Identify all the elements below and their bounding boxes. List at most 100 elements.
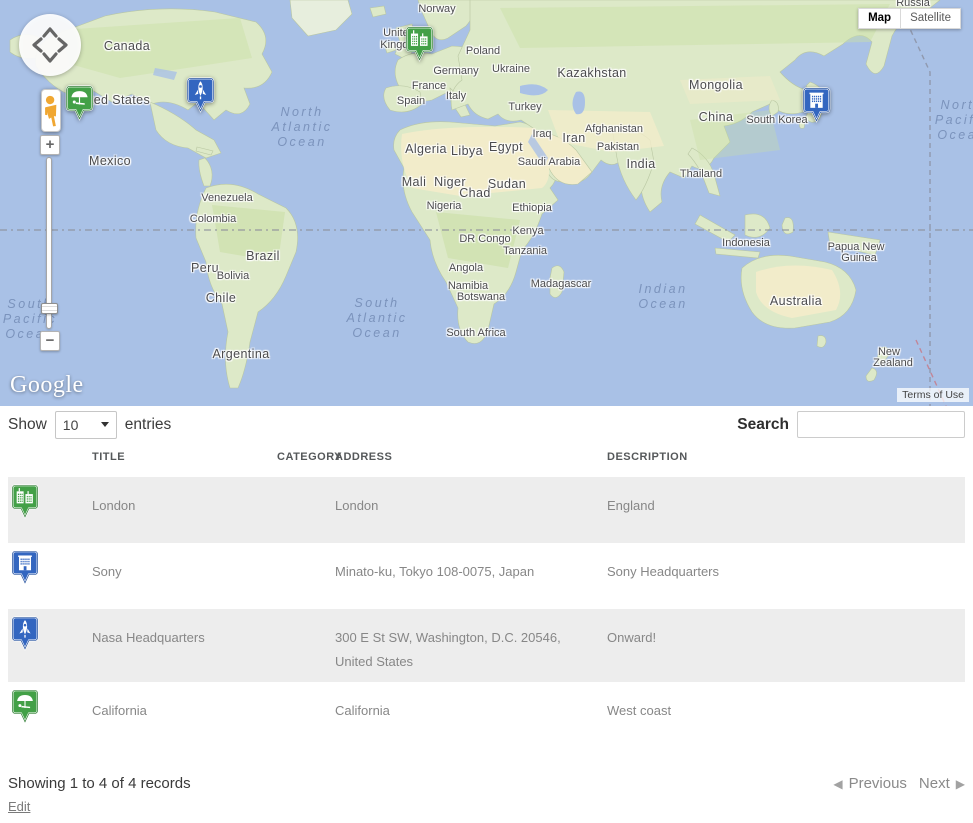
row-category	[277, 682, 335, 748]
map-country-label: Iraq	[533, 128, 552, 140]
show-label: Show	[8, 416, 47, 434]
map-country-label: Ethiopia	[512, 202, 552, 214]
map-country-label: Canada	[104, 39, 150, 53]
records-summary: Showing 1 to 4 of 4 records	[8, 775, 191, 792]
edit-link[interactable]: Edit	[8, 799, 30, 814]
table-footer: Showing 1 to 4 of 4 records Previous Nex…	[8, 775, 965, 792]
zoom-out-button[interactable]: −	[40, 331, 60, 351]
column-header-category[interactable]: CATEGORY	[277, 450, 335, 464]
next-button[interactable]: Next	[919, 775, 950, 792]
map-button[interactable]: Map	[858, 8, 901, 29]
map-country-label: Guinea	[841, 252, 876, 264]
row-title: Nasa Headquarters	[92, 609, 277, 682]
map-country-label: Bolivia	[217, 270, 249, 282]
map-country-label: Saudi Arabia	[518, 156, 580, 168]
map-country-label: Chad	[459, 186, 490, 200]
row-marker-icon	[8, 682, 92, 748]
table-row[interactable]: CaliforniaCaliforniaWest coast	[8, 682, 965, 748]
map-country-label: Argentina	[212, 347, 269, 361]
column-header-icon[interactable]	[8, 450, 92, 464]
map-country-label: India	[626, 157, 655, 171]
map-landmass-layer	[0, 0, 973, 406]
table-toolbar: Show 10 entries Search	[8, 409, 965, 440]
entries-label: entries	[125, 416, 172, 434]
chevron-down-icon	[101, 422, 109, 427]
map-country-label: Sudan	[488, 177, 526, 191]
next-arrow-icon[interactable]	[956, 777, 965, 791]
map-country-label: Pakistan	[597, 141, 639, 153]
zoom-slider-handle[interactable]	[41, 303, 58, 314]
table-body: LondonLondonEngland Sony Minato-ku, Tokyo…	[8, 477, 965, 748]
zoom-in-button[interactable]: +	[40, 135, 60, 155]
row-title: Sony	[92, 543, 277, 609]
column-header-address[interactable]: ADDRESS	[335, 450, 607, 464]
previous-arrow-icon[interactable]	[833, 777, 842, 791]
row-marker-icon	[8, 543, 92, 609]
map-country-label: Egypt	[489, 140, 523, 154]
map-country-label: Turkey	[508, 101, 541, 113]
map-country-label: Peru	[191, 261, 219, 275]
search-input[interactable]	[797, 411, 965, 438]
entries-select[interactable]: 10	[55, 411, 117, 439]
map-country-label: Kenya	[512, 225, 543, 237]
map-marker-pegman[interactable]	[41, 89, 61, 132]
map-country-label: South Korea	[746, 114, 807, 126]
map-country-label: Botswana	[457, 291, 505, 303]
row-description: Onward!	[607, 609, 965, 682]
map-country-label: Poland	[466, 45, 500, 57]
map-country-label: Algeria	[405, 142, 447, 156]
table-row[interactable]: SonyMinato-ku, Tokyo 108-0075, JapanSony…	[8, 543, 965, 609]
map-ocean-label: IndianOcean	[638, 282, 687, 312]
map-country-label: Italy	[446, 90, 466, 102]
map-country-label: Norway	[418, 3, 455, 15]
table-row[interactable]: Nasa Headquarters 300 E St SW, Washington…	[8, 609, 965, 682]
map-country-label: France	[412, 80, 446, 92]
row-category	[277, 609, 335, 682]
map-ocean-label: SouthAtlanticOcean	[347, 296, 408, 341]
locations-table: TITLECATEGORYADDRESSDESCRIPTION LondonLo…	[8, 450, 965, 748]
map-country-label: Iran	[562, 131, 585, 145]
map-country-label: China	[699, 110, 734, 124]
map-marker-london[interactable]	[404, 25, 435, 63]
row-description: England	[607, 477, 965, 543]
row-title: California	[92, 682, 277, 748]
map-country-label: Mali	[402, 175, 427, 189]
google-map[interactable]: + − Map Satellite Google Terms of Use Ru…	[0, 0, 973, 406]
row-category	[277, 543, 335, 609]
map-country-label: Nigeria	[427, 200, 462, 212]
row-marker-icon	[8, 477, 92, 543]
map-country-label: Spain	[397, 95, 425, 107]
map-pan-control[interactable]	[15, 10, 85, 80]
map-country-label: DR Congo	[459, 233, 510, 245]
satellite-button[interactable]: Satellite	[901, 8, 961, 29]
map-country-label: Venezuela	[201, 192, 252, 204]
terms-of-use-link[interactable]: Terms of Use	[897, 388, 969, 402]
map-country-label: Colombia	[190, 213, 236, 225]
entries-select-value: 10	[63, 417, 79, 433]
table-header-row: TITLECATEGORYADDRESSDESCRIPTION	[8, 450, 965, 464]
row-address: Minato-ku, Tokyo 108-0075, Japan	[335, 543, 607, 609]
map-marker-nasa[interactable]	[185, 76, 216, 114]
previous-button[interactable]: Previous	[849, 775, 907, 792]
column-header-title[interactable]: TITLE	[92, 450, 277, 464]
row-category	[277, 477, 335, 543]
row-description: West coast	[607, 682, 965, 748]
row-address: 300 E St SW, Washington, D.C. 20546, Uni…	[335, 609, 607, 682]
map-country-label: Thailand	[680, 168, 722, 180]
map-marker-sony[interactable]	[801, 86, 832, 124]
table-row[interactable]: LondonLondonEngland	[8, 477, 965, 543]
map-country-label: Brazil	[246, 249, 280, 263]
map-country-label: Mexico	[89, 154, 131, 168]
column-header-description[interactable]: DESCRIPTION	[607, 450, 965, 464]
row-address: London	[335, 477, 607, 543]
map-country-label: Ukraine	[492, 63, 530, 75]
map-country-label: Germany	[433, 65, 478, 77]
map-marker-california[interactable]	[64, 84, 95, 122]
search-label: Search	[737, 416, 789, 434]
row-marker-icon	[8, 609, 92, 682]
map-type-control: Map Satellite	[858, 8, 961, 29]
map-country-label: Indonesia	[722, 237, 770, 249]
map-country-label: Madagascar	[531, 278, 592, 290]
map-country-label: Kazakhstan	[557, 66, 626, 80]
map-country-label: South Africa	[446, 327, 505, 339]
